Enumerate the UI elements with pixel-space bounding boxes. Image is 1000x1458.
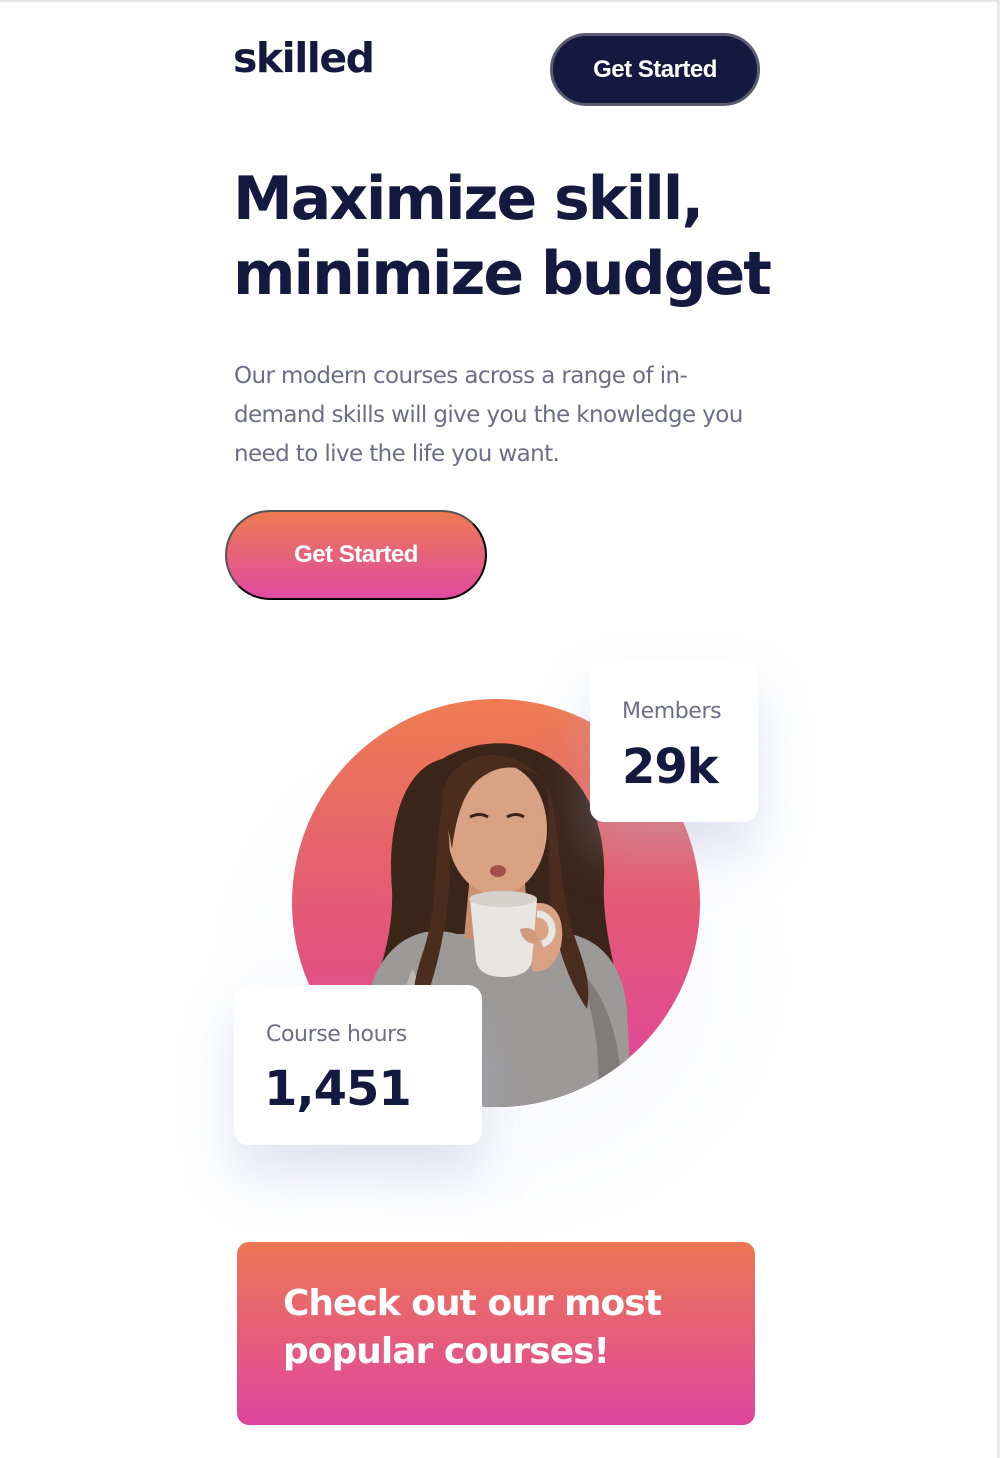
course-hours-stat-card: Course hours 1,451 <box>234 985 482 1145</box>
members-stat-card: Members 29k <box>590 661 758 822</box>
logo[interactable]: skilled <box>233 38 375 79</box>
page: skilled Get Started Maximize skill, mini… <box>0 0 1000 1458</box>
course-hours-label: Course hours <box>266 1022 407 1047</box>
popular-courses-line-1: Check out our most <box>283 1283 662 1324</box>
header-get-started-button[interactable]: Get Started <box>550 33 760 106</box>
popular-courses-heading: Check out our most popular courses! <box>283 1280 723 1376</box>
hero-description: Our modern courses across a range of in-… <box>234 363 743 467</box>
hero-get-started-button[interactable]: Get Started <box>225 510 487 600</box>
members-value: 29k <box>622 739 719 795</box>
course-hours-value: 1,451 <box>264 1061 412 1117</box>
hero-title: Maximize skill, minimize budget <box>233 162 833 312</box>
popular-courses-banner[interactable]: Check out our most popular courses! <box>237 1242 755 1425</box>
popular-courses-line-2: popular courses! <box>283 1331 610 1372</box>
hero-title-line-2: minimize budget <box>233 239 772 309</box>
hero-title-line-1: Maximize skill, <box>233 164 704 234</box>
members-label: Members <box>622 699 722 724</box>
